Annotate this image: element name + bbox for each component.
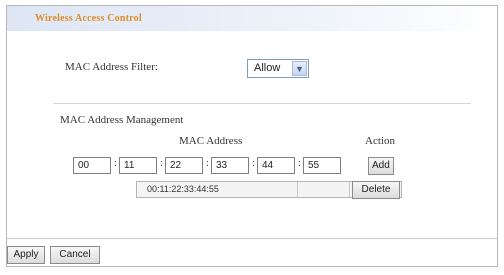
mac-filter-value: Allow	[254, 62, 281, 74]
wireless-access-control-panel: Wireless Access Control MAC Address Filt…	[6, 5, 498, 267]
mac-separator: :	[206, 157, 210, 169]
action-column-header: Action	[365, 135, 395, 147]
cancel-button[interactable]: Cancel	[50, 246, 100, 264]
mac-filter-select[interactable]: Allow ▼	[247, 59, 309, 78]
mac-separator: :	[252, 157, 256, 169]
chevron-down-icon[interactable]: ▼	[292, 61, 307, 76]
mac-separator: :	[298, 157, 302, 169]
mac-separator: :	[160, 157, 164, 169]
mac-address-column-header: MAC Address	[179, 135, 243, 147]
footer-divider	[7, 238, 497, 239]
mac-octet-2-input[interactable]: 11	[119, 157, 157, 174]
delete-mac-button[interactable]: Delete	[352, 181, 400, 199]
mac-octet-3-input[interactable]: 22	[165, 157, 203, 174]
mac-octet-4-input[interactable]: 33	[211, 157, 249, 174]
mac-octet-5-input[interactable]: 44	[257, 157, 295, 174]
cell-divider	[297, 182, 298, 197]
title-bar: Wireless Access Control	[7, 6, 497, 31]
mac-octet-1-input[interactable]: 00	[73, 157, 111, 174]
page-title: Wireless Access Control	[35, 13, 142, 24]
mac-entry-address: 00:11:22:33:44:55	[147, 184, 219, 194]
cell-divider	[349, 182, 350, 197]
mac-entry-row: 00:11:22:33:44:55 Delete	[136, 181, 402, 199]
add-mac-button[interactable]: Add	[368, 157, 394, 175]
section-divider	[53, 103, 471, 104]
mac-octet-6-input[interactable]: 55	[303, 157, 341, 174]
mac-separator: :	[114, 157, 118, 169]
apply-button[interactable]: Apply	[7, 246, 45, 264]
mac-filter-label: MAC Address Filter:	[65, 61, 158, 73]
mac-management-heading: MAC Address Management	[60, 114, 184, 126]
